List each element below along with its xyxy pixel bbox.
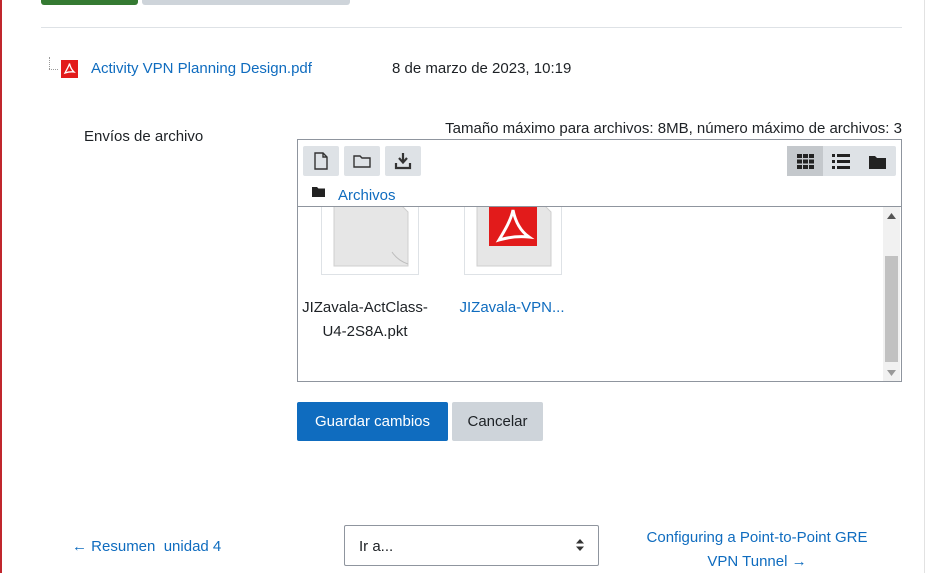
file-grid: JIZavala-ActClass-U4-2S8A.pkt JIZavala-V… (298, 207, 901, 381)
next-activity-label: Configuring a Point-to-Point GRE VPN Tun… (646, 529, 868, 570)
create-folder-button[interactable] (344, 146, 380, 176)
download-icon (394, 153, 412, 170)
previous-activity-label: Resumen unidad 4 (91, 538, 222, 555)
list-view-icon (832, 153, 850, 169)
tree-connector (49, 57, 50, 69)
tree-view-icon (868, 155, 886, 169)
previous-activity-link[interactable]: ← Resumen unidad 4 (72, 538, 221, 555)
add-file-button[interactable] (303, 146, 339, 176)
save-changes-button[interactable]: Guardar cambios (297, 402, 448, 441)
submitted-file-date: 8 de marzo de 2023, 10:19 (392, 60, 572, 77)
pdf-icon (61, 60, 78, 78)
file-manager-toolbar: Archivos (298, 140, 901, 207)
file-name[interactable]: JIZavala-ActClass-U4-2S8A.pkt (298, 296, 435, 344)
arrow-right-icon: → (791, 553, 807, 570)
scroll-thumb[interactable] (885, 256, 898, 362)
folder-icon (312, 187, 325, 197)
file-thumbnail[interactable] (321, 207, 419, 275)
select-caret-icon (576, 539, 584, 551)
scroll-up-arrow[interactable] (883, 207, 900, 224)
list-view-button[interactable] (823, 146, 859, 176)
grid-view-button[interactable] (787, 146, 823, 176)
next-activity-link[interactable]: Configuring a Point-to-Point GRE VPN Tun… (640, 526, 874, 574)
file-thumbnail[interactable] (464, 207, 562, 275)
folder-icon (353, 155, 371, 168)
chevron-down-icon (887, 369, 896, 376)
grid-view-icon (796, 153, 814, 169)
scroll-down-arrow[interactable] (883, 364, 900, 381)
chevron-up-icon (887, 212, 896, 219)
breadcrumb-root-link[interactable]: Archivos (338, 187, 396, 204)
submitted-file-link[interactable]: Activity VPN Planning Design.pdf (91, 60, 312, 77)
cancel-button[interactable]: Cancelar (452, 402, 543, 441)
view-switcher (787, 146, 896, 176)
left-border (0, 0, 2, 573)
scrollbar[interactable] (883, 207, 900, 381)
tree-connector (49, 69, 58, 70)
right-border (924, 0, 925, 573)
top-submit-button-edge[interactable] (41, 0, 138, 5)
top-secondary-button-edge[interactable] (142, 0, 350, 5)
divider (41, 27, 902, 28)
generic-file-icon (333, 207, 409, 267)
file-icon (314, 152, 328, 170)
file-name[interactable]: JIZavala-VPN... (442, 296, 582, 320)
max-file-info: Tamaño máximo para archivos: 8MB, número… (445, 120, 902, 137)
file-manager: Archivos JIZavala-ActClass-U4-2S8A.pkt J… (297, 139, 902, 382)
file-submissions-label: Envíos de archivo (84, 128, 204, 145)
jump-to-value: Ir a... (359, 538, 394, 555)
jump-to-select[interactable]: Ir a... (344, 525, 599, 566)
download-all-button[interactable] (385, 146, 421, 176)
pdf-file-icon (476, 207, 552, 267)
tree-view-button[interactable] (859, 146, 895, 176)
arrow-left-icon: ← (72, 538, 87, 555)
